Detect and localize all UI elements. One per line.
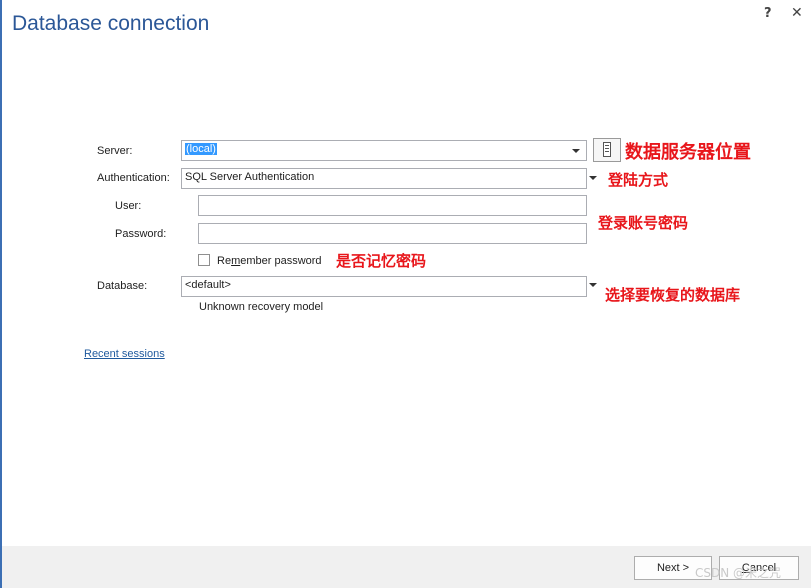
password-field[interactable] [198,223,587,244]
authentication-dropdown-icon[interactable] [589,176,597,180]
annotation-remember: 是否记忆密码 [336,252,427,270]
user-field[interactable] [198,195,587,216]
recovery-model-note: Unknown recovery model [199,301,324,313]
annotation-database: 选择要恢复的数据库 [605,286,741,304]
database-dropdown-icon[interactable] [589,283,597,287]
annotation-server: 数据服务器位置 [625,142,751,163]
remember-password-checkbox[interactable] [198,254,210,266]
authentication-label: Authentication: [97,172,170,184]
database-label: Database: [97,280,148,292]
server-value: (local) [185,143,217,155]
remember-password-label: Remember password [217,255,322,267]
database-select[interactable]: <default> [181,276,587,297]
remember-label-key: m [231,255,241,267]
watermark: CSDN @米之咒 [695,566,782,580]
password-label: Password: [115,228,167,240]
server-label: Server: [97,145,133,157]
annotation-account: 登录账号密码 [598,214,689,232]
authentication-select[interactable]: SQL Server Authentication [181,168,587,189]
remember-label-post: ember password [240,255,322,267]
annotation-auth: 登陆方式 [608,171,669,189]
server-dropdown-icon[interactable] [572,149,580,153]
remember-label-pre: Re [217,255,232,267]
server-combobox[interactable]: (local) [181,140,587,161]
server-icon [603,142,611,157]
close-icon[interactable]: ✕ [791,5,803,21]
user-label: User: [115,200,142,212]
help-icon[interactable]: ? [764,6,772,21]
dialog-title: Database connection [12,12,210,35]
recent-sessions-link[interactable]: Recent sessions [84,348,165,360]
browse-servers-button[interactable] [593,138,621,162]
window-border [0,0,2,588]
